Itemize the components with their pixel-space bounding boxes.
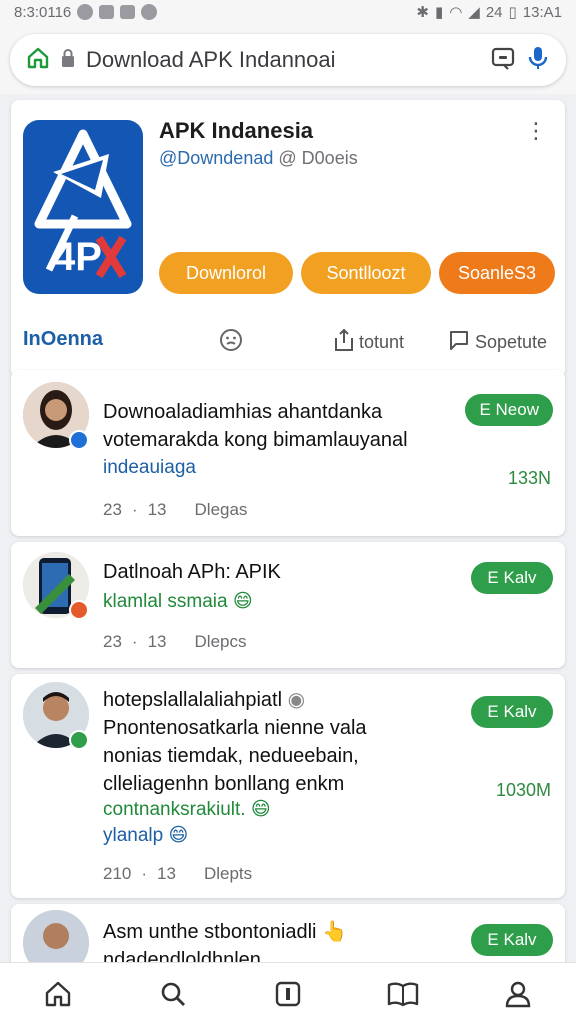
smiley-icon xyxy=(219,328,243,357)
at-icon: @ xyxy=(278,148,297,168)
status-time-left: 8:3:0116 xyxy=(14,3,72,21)
logo-text: 4P xyxy=(53,235,102,279)
meta-likes: 13 xyxy=(147,500,167,519)
post-subtitle: klamlal ssmaia 😄 xyxy=(103,588,253,616)
meta-views: 23 xyxy=(103,500,122,519)
tab-emoji[interactable] xyxy=(219,328,243,357)
browser-toolbar: Download APK Indannoai xyxy=(0,24,576,94)
tab-home[interactable]: InOenna xyxy=(23,328,103,351)
lock-icon xyxy=(60,48,76,73)
url-text[interactable]: Download APK Indannoai xyxy=(86,47,480,73)
post-meta: 23 · 13 Dlepcs xyxy=(103,632,246,652)
subscribe-button[interactable]: Sontlloozt xyxy=(301,252,431,294)
status-time-right: 13:A1 xyxy=(522,3,562,21)
verified-badge-icon xyxy=(69,430,89,450)
notification-icon xyxy=(77,4,94,20)
post-subtitle: indeauiaga xyxy=(103,457,196,478)
meta-label: Dlepts xyxy=(203,864,253,883)
nav-home-icon[interactable] xyxy=(28,974,88,1014)
nfc-icon: ▮ xyxy=(434,4,444,21)
signal-icon: ◢ xyxy=(468,4,480,21)
download-button[interactable]: Downlorol xyxy=(159,252,293,294)
post-count: 1030M xyxy=(495,780,551,800)
verified-check-icon: ◉ xyxy=(287,689,306,711)
address-bar[interactable]: Download APK Indannoai xyxy=(10,34,566,86)
tabs-icon[interactable] xyxy=(490,45,516,76)
post-count: 133N xyxy=(507,468,551,488)
tab-support-label: Sopetute xyxy=(475,332,548,352)
verified-badge-icon xyxy=(69,730,89,750)
channel-handle: @Downdenad @ D0oeis xyxy=(159,148,358,169)
meta-likes: 13 xyxy=(157,864,176,883)
meta-views: 210 xyxy=(103,864,132,883)
meta-views: 23 xyxy=(103,632,122,651)
bottom-navigation xyxy=(0,962,576,1024)
post-meta: 23 · 13 Dlegas xyxy=(103,500,247,520)
status-pill-button[interactable]: E Kalv xyxy=(471,924,553,956)
post-subtitle-2-text: ylanalp xyxy=(103,825,164,846)
bluetooth-icon: ✱ xyxy=(416,4,429,21)
share-icon xyxy=(333,328,355,357)
meta-label: Dlegas xyxy=(194,500,248,519)
status-pill-button[interactable]: E Kalv xyxy=(471,562,553,594)
gallery-icon xyxy=(120,5,136,19)
microphone-icon[interactable] xyxy=(526,45,550,76)
wifi-icon: ◠ xyxy=(449,4,463,21)
status-pill-button[interactable]: E Neow xyxy=(465,394,553,426)
badge-icon xyxy=(69,600,89,620)
meta-label: Dlepcs xyxy=(194,632,247,651)
meta-separator: · xyxy=(141,864,148,883)
post-body-line-2: nonias tiemdak, nedueebain, xyxy=(103,745,359,767)
channel-profile-card: 4P APK Indanesia @Downdenad @ D0oeis ⋮ D… xyxy=(11,100,565,378)
post-title-text: hotepslallalaliahpiatl xyxy=(103,689,283,711)
emoji-icon: 😄 xyxy=(232,591,253,612)
image-icon xyxy=(99,5,115,19)
nav-book-icon[interactable] xyxy=(373,974,433,1014)
nav-profile-icon[interactable] xyxy=(488,974,548,1014)
meta-separator: · xyxy=(131,632,138,651)
more-options-icon[interactable]: ⋮ xyxy=(525,120,547,142)
post-title: Asm unthe stbontoniadli 👆 xyxy=(103,918,347,946)
handle-text: @Downdenad xyxy=(159,148,274,168)
post-meta: 210 · 13 Dlepts xyxy=(103,864,252,884)
post-subtitle-text: contnanksrakiult. xyxy=(103,799,246,820)
battery-icon: ▯ xyxy=(508,4,517,21)
nav-library-icon[interactable] xyxy=(258,974,318,1014)
post-title: Downoaladiamhias ahantdanka votemarakda … xyxy=(103,401,408,451)
hand-emoji-icon: 👆 xyxy=(322,921,347,943)
emoji-icon: 😄 xyxy=(168,825,189,846)
post-title-text: Asm unthe stbontoniadli xyxy=(103,921,317,943)
emoji-icon: 😄 xyxy=(250,799,271,820)
status-pill-button[interactable]: E Kalv xyxy=(471,696,553,728)
post-body-line-1: Pnontenosatkarla nienne vala xyxy=(103,717,367,739)
post-card[interactable]: Downoaladiamhias ahantdanka votemarakda … xyxy=(11,370,565,536)
channel-tabs: InOenna totunt Sopetute xyxy=(11,320,565,360)
battery-level: 24 xyxy=(485,3,503,21)
post-card[interactable]: hotepslallalaliahpiatl ◉ Pnontenosatkarl… xyxy=(11,674,565,898)
post-subtitle-2: ylanalp 😄 xyxy=(103,822,188,850)
post-body-line-3: clleliagenhn bonllang enkm xyxy=(103,773,345,795)
post-title: hotepslallalaliahpiatl ◉ xyxy=(103,686,305,714)
share-button[interactable]: SoanleS3 xyxy=(439,252,555,294)
post-subtitle-text: klamlal ssmaia xyxy=(103,591,228,612)
meta-likes: 13 xyxy=(147,632,167,651)
nav-search-icon[interactable] xyxy=(143,974,203,1014)
app-notification-icon xyxy=(141,4,158,20)
post-card[interactable]: Datlnoah APh: APIK klamlal ssmaia 😄 23 ·… xyxy=(11,542,565,668)
status-bar: 8:3:0116 ✱ ▮ ◠ ◢ 24 ▯ 13:A1 xyxy=(0,0,576,24)
app-logo[interactable]: 4P xyxy=(23,120,143,294)
handle-suffix: D0oeis xyxy=(301,148,358,168)
tab-comment-label: totunt xyxy=(359,332,405,352)
post-title: Datlnoah APh: APIK xyxy=(103,561,281,583)
meta-separator: · xyxy=(131,500,138,519)
tab-comment[interactable]: totunt xyxy=(333,328,404,357)
channel-name: APK Indanesia xyxy=(159,118,314,143)
home-icon[interactable] xyxy=(26,46,50,75)
chat-bubble-icon xyxy=(447,328,471,357)
tab-support[interactable]: Sopetute xyxy=(447,328,547,357)
post-subtitle: contnanksrakiult. 😄 xyxy=(103,796,271,824)
